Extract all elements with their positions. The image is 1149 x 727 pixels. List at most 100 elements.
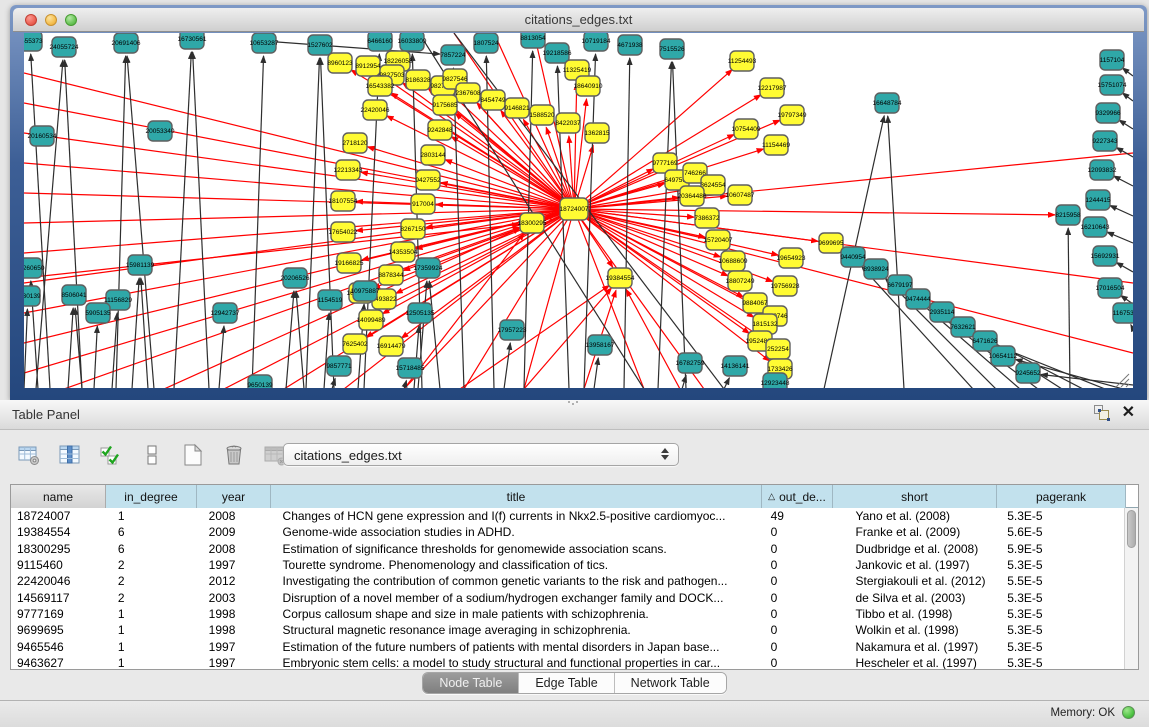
network-node-5905135[interactable]: 5905135 <box>85 303 111 323</box>
deselect-all-rows-button[interactable] <box>139 442 165 468</box>
network-node-10754409[interactable]: 10754409 <box>732 119 761 139</box>
network-node-7386372[interactable]: 7386372 <box>694 208 720 228</box>
network-node-12942737[interactable]: 12942737 <box>211 303 240 323</box>
network-node-10607487[interactable]: 10607487 <box>726 185 755 205</box>
network-node-2803144[interactable]: 2803144 <box>420 145 446 165</box>
network-node-14136141[interactable]: 14136141 <box>721 356 750 376</box>
network-node-9146821[interactable]: 9146821 <box>504 98 530 118</box>
network-node-19384554[interactable]: 19384554 <box>606 268 635 288</box>
network-node-8960123[interactable]: 8960123 <box>327 53 353 73</box>
network-node-1157104[interactable]: 1157104 <box>1100 50 1125 70</box>
table-row[interactable]: 1830029562008Estimation of significance … <box>11 541 1124 557</box>
network-node-7632621[interactable]: 7632621 <box>950 317 976 337</box>
column-header-short[interactable]: short <box>833 485 997 508</box>
network-canvas[interactable]: 2555373240557242069140616730561106532871… <box>24 33 1133 388</box>
network-node-13958167[interactable]: 13958167 <box>586 335 615 355</box>
network-node-8267150[interactable]: 8267150 <box>400 219 426 239</box>
network-node-10975887[interactable]: 10975887 <box>351 281 380 301</box>
network-node-2935114[interactable]: 2935114 <box>930 302 955 322</box>
table-row[interactable]: 977716911998Corpus callosum shape and si… <box>11 606 1124 622</box>
network-node-11254493[interactable]: 11254493 <box>728 51 757 71</box>
delete-columns-button[interactable] <box>221 442 247 468</box>
network-node-8186328[interactable]: 8186328 <box>405 70 431 90</box>
table-mode-button[interactable] <box>16 442 42 468</box>
network-node-10688609[interactable]: 10688609 <box>719 251 748 271</box>
network-node-15692931[interactable]: 15692931 <box>1091 246 1120 266</box>
show-hide-columns-button[interactable] <box>57 442 83 468</box>
network-node-22420046[interactable]: 22420046 <box>361 100 390 120</box>
column-header-pagerank[interactable]: pagerank <box>997 485 1126 508</box>
network-node-20691406[interactable]: 20691406 <box>112 33 141 53</box>
network-node-9329966[interactable]: 9329966 <box>1095 103 1121 123</box>
network-node-15981139[interactable]: 15981139 <box>126 255 155 275</box>
table-row[interactable]: 1456911722003Disruption of a novel membe… <box>11 589 1124 605</box>
column-header-in_degree[interactable]: in_degree <box>106 485 197 508</box>
network-node-17957223[interactable]: 17957223 <box>498 320 527 340</box>
tab-edge-table[interactable]: Edge Table <box>518 673 613 693</box>
memory-indicator[interactable]: Memory: OK <box>1050 706 1135 719</box>
network-node-2555373[interactable]: 2555373 <box>24 33 43 51</box>
network-node-10654112[interactable]: 10654112 <box>989 346 1018 366</box>
network-node-25260650[interactable]: 25260650 <box>24 258 45 278</box>
network-node-1527602[interactable]: 1527602 <box>307 35 333 55</box>
network-node-16914479[interactable]: 16914479 <box>377 336 406 356</box>
network-node-10719184[interactable]: 10719184 <box>582 33 611 51</box>
network-node-17654022[interactable]: 17654022 <box>329 222 358 242</box>
network-node-9857771[interactable]: 9857771 <box>326 356 352 376</box>
network-node-9242848[interactable]: 9242848 <box>427 120 453 140</box>
network-node-12217987[interactable]: 12217987 <box>758 78 787 98</box>
network-node-15720407[interactable]: 15720407 <box>704 230 733 250</box>
table-row[interactable]: 911546021997Tourette syndrome. Phenomeno… <box>11 557 1124 573</box>
network-node-4671938[interactable]: 4671938 <box>617 35 643 55</box>
network-node-16730561[interactable]: 16730561 <box>178 33 207 49</box>
table-selector-dropdown[interactable]: citations_edges.txt <box>283 443 679 466</box>
network-node-10653287[interactable]: 10653287 <box>250 33 279 53</box>
network-node-9227343[interactable]: 9227343 <box>1092 131 1118 151</box>
network-node-2367608[interactable]: 2367608 <box>455 83 481 103</box>
select-all-rows-button[interactable] <box>98 442 124 468</box>
network-node-8912954[interactable]: 8912954 <box>355 56 381 76</box>
network-node-18300295[interactable]: 18300295 <box>518 213 547 233</box>
network-node-17016504[interactable]: 17016504 <box>1096 278 1125 298</box>
network-node-15751074[interactable]: 15751074 <box>1098 75 1127 95</box>
network-node-7515526[interactable]: 7515526 <box>659 39 685 59</box>
network-node-18107554[interactable]: 18107554 <box>329 191 358 211</box>
network-node-12213343[interactable]: 12213343 <box>334 160 363 180</box>
network-node-18724007[interactable]: 18724007 <box>560 198 589 220</box>
network-node-7625402[interactable]: 7625402 <box>342 334 368 354</box>
network-node-9474444[interactable]: 9474444 <box>905 289 931 309</box>
column-header-out_de[interactable]: △out_de... <box>762 485 833 508</box>
network-node-8878344[interactable]: 8878344 <box>378 265 404 285</box>
network-node-16782759[interactable]: 16782759 <box>676 353 705 373</box>
float-panel-icon[interactable] <box>1094 405 1110 421</box>
network-node-252254[interactable]: 252254 <box>766 339 790 359</box>
network-node-14099489[interactable]: 14099489 <box>357 310 386 330</box>
network-node-11154469[interactable]: 11154469 <box>762 135 790 155</box>
network-node-12505135[interactable]: 12505135 <box>406 303 435 323</box>
network-node-17359924[interactable]: 17359924 <box>414 258 443 278</box>
table-row[interactable]: 1872400712008Changes of HCN gene express… <box>11 508 1124 524</box>
column-header-name[interactable]: name <box>11 485 106 508</box>
network-node-19166825[interactable]: 19166825 <box>335 253 364 273</box>
network-node-917004[interactable]: 917004 <box>411 194 435 214</box>
network-node-15718485[interactable]: 15718485 <box>396 358 425 378</box>
network-node-9650139[interactable]: 9650139 <box>247 375 273 388</box>
network-node-6466160[interactable]: 6466160 <box>367 33 393 51</box>
column-header-year[interactable]: year <box>197 485 271 508</box>
network-node-1807524[interactable]: 1807524 <box>473 33 499 53</box>
network-node-1154519[interactable]: 1154519 <box>318 290 343 310</box>
network-node-1362815[interactable]: 1362815 <box>584 123 610 143</box>
network-graph[interactable]: 2555373240557242069140616730561106532871… <box>24 33 1133 388</box>
column-header-title[interactable]: title <box>271 485 762 508</box>
network-node-8813054[interactable]: 8813054 <box>520 33 546 48</box>
create-new-column-button[interactable] <box>180 442 206 468</box>
network-node-19756928[interactable]: 19756928 <box>771 276 800 296</box>
network-node-14353504[interactable]: 14353504 <box>389 242 418 262</box>
network-node-9427552[interactable]: 9427552 <box>415 170 441 190</box>
network-node-8938924[interactable]: 8938924 <box>863 259 889 279</box>
network-node-18640910[interactable]: 18640910 <box>574 76 603 96</box>
network-node-9245652[interactable]: 9245652 <box>1015 363 1041 383</box>
network-node-19654923[interactable]: 19654923 <box>777 248 806 268</box>
network-node-8422037[interactable]: 8422037 <box>555 113 581 133</box>
network-node-8215958[interactable]: 8215958 <box>1055 205 1081 225</box>
